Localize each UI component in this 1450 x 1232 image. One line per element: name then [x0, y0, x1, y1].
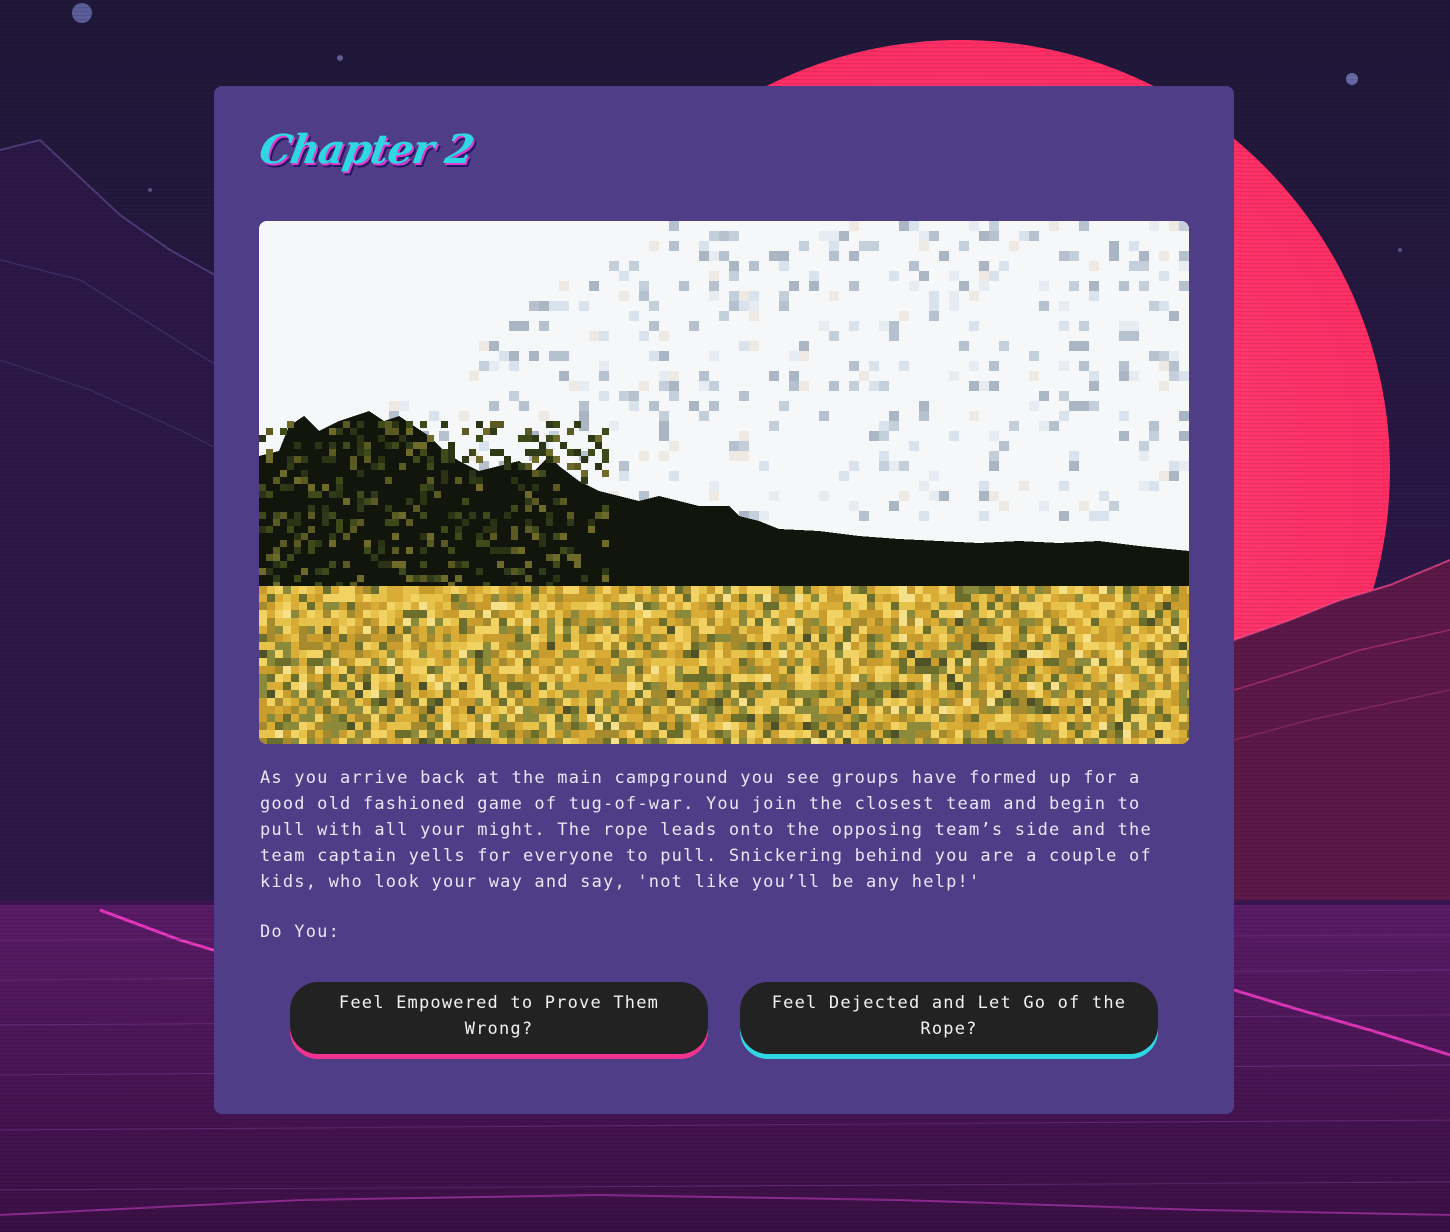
chapter-card: Chapter 2 As you arrive back at the main…: [214, 86, 1234, 1114]
story-text: As you arrive back at the main campgroun…: [260, 768, 1152, 892]
chapter-title: Chapter 2: [255, 126, 477, 173]
choice-button-let-go-of-rope[interactable]: Feel Dejected and Let Go of the Rope?: [740, 982, 1158, 1054]
choice-button-prove-them-wrong[interactable]: Feel Empowered to Prove Them Wrong?: [290, 982, 708, 1054]
choice-prompt: Do You:: [260, 922, 341, 942]
pixel-art-meadow-forest-image: [259, 221, 1189, 744]
